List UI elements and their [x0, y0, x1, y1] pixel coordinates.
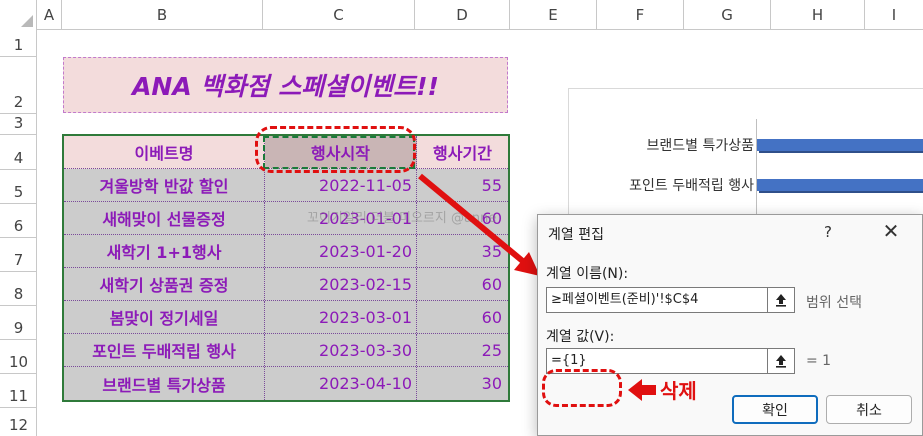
header-event-name[interactable]: 이베트명	[64, 136, 265, 168]
row-header-12[interactable]: 12	[0, 408, 37, 436]
row-header-3[interactable]: 3	[0, 114, 37, 135]
row-header-strip: 1 2 3 4 5 6 7 8 9 10 11 12	[0, 30, 37, 436]
title-text: ANA 백화점 스페셜이벤트!!	[132, 72, 439, 101]
cell-start-date[interactable]: 2023-01-01	[265, 202, 417, 234]
ok-button[interactable]: 확인	[732, 395, 818, 424]
table-row: 봄맞이 정기세일 2023-03-01 60	[64, 301, 508, 334]
chart-bar[interactable]	[757, 139, 923, 151]
table-row: 새학기 1+1행사 2023-01-20 35	[64, 235, 508, 268]
select-all-triangle-icon	[21, 15, 33, 27]
cell-duration[interactable]: 55	[417, 169, 508, 201]
cell-event-name[interactable]: 새학기 상품권 증정	[64, 268, 265, 300]
chart-bar[interactable]	[757, 179, 923, 191]
worksheet-grid[interactable]: ANA 백화점 스페셜이벤트!! 이베트명 행사시작 행사기간 겨울방학 반값 …	[37, 30, 923, 436]
delete-callout: 삭제	[628, 375, 697, 404]
cell-event-name[interactable]: 브랜드별 특가상품	[64, 367, 265, 400]
cell-start-date[interactable]: 2023-03-01	[265, 301, 417, 333]
column-header-e[interactable]: E	[510, 0, 597, 30]
column-header-h[interactable]: H	[771, 0, 865, 30]
series-values-label: 계열 값(V):	[546, 329, 615, 345]
series-name-range-button[interactable]	[768, 287, 795, 313]
table-row: 포인트 두배적립 행사 2023-03-30 25	[64, 334, 508, 367]
select-all-corner[interactable]	[0, 0, 37, 30]
dialog-title: 계열 편집	[548, 227, 604, 243]
edit-series-dialog: 계열 편집 ? ✕ 계열 이름(N): ≥페셜이벤트(준비)'!$C$4 범위 …	[537, 214, 923, 436]
cell-start-date[interactable]: 2023-01-20	[265, 235, 417, 267]
series-values-input[interactable]: ={1}	[546, 348, 768, 374]
left-arrow-shaft	[642, 384, 656, 395]
series-values-result: = 1	[806, 353, 832, 369]
title-banner[interactable]: ANA 백화점 스페셜이벤트!!	[63, 57, 508, 113]
series-name-side-text: 범위 선택	[806, 295, 862, 311]
header-start-date[interactable]: 행사시작	[265, 136, 417, 168]
cell-duration[interactable]: 25	[417, 334, 508, 366]
table-row: 겨울방학 반값 할인 2022-11-05 55	[64, 169, 508, 202]
cell-event-name[interactable]: 새학기 1+1행사	[64, 235, 265, 267]
cell-event-name[interactable]: 포인트 두배적립 행사	[64, 334, 265, 366]
cell-event-name[interactable]: 겨울방학 반값 할인	[64, 169, 265, 201]
header-duration[interactable]: 행사기간	[417, 136, 508, 168]
cell-duration[interactable]: 60	[417, 268, 508, 300]
series-name-label: 계열 이름(N):	[546, 266, 629, 282]
cell-start-date[interactable]: 2022-11-05	[265, 169, 417, 201]
help-button[interactable]: ?	[824, 223, 832, 241]
row-header-9[interactable]: 9	[0, 306, 37, 340]
table-row: 새해맞이 선물증정 2023-01-01 60	[64, 202, 508, 235]
column-header-a[interactable]: A	[37, 0, 62, 30]
table-row: 브랜드별 특가상품 2023-04-10 30	[64, 367, 508, 400]
cancel-button[interactable]: 취소	[826, 395, 912, 424]
row-header-5[interactable]: 5	[0, 170, 37, 204]
column-header-i[interactable]: I	[865, 0, 923, 30]
column-header-g[interactable]: G	[684, 0, 771, 30]
cell-start-date[interactable]: 2023-04-10	[265, 367, 417, 400]
column-header-b[interactable]: B	[62, 0, 263, 30]
collapse-arrow-icon	[776, 294, 786, 307]
column-header-f[interactable]: F	[597, 0, 684, 30]
row-header-11[interactable]: 11	[0, 374, 37, 408]
cell-event-name[interactable]: 봄맞이 정기세일	[64, 301, 265, 333]
row-header-6[interactable]: 6	[0, 204, 37, 238]
event-table: 이베트명 행사시작 행사기간 겨울방학 반값 할인 2022-11-05 55 …	[62, 134, 510, 402]
left-arrow-icon	[628, 378, 642, 401]
collapse-arrow-icon	[776, 355, 786, 368]
table-row: 새학기 상품권 증정 2023-02-15 60	[64, 268, 508, 301]
series-values-range-button[interactable]	[768, 348, 795, 374]
close-icon[interactable]: ✕	[878, 218, 904, 244]
row-header-4[interactable]: 4	[0, 135, 37, 170]
highlight-oval-values	[542, 369, 622, 407]
chart-category-label: 포인트 두배적립 행사	[629, 178, 754, 194]
cell-duration[interactable]: 35	[417, 235, 508, 267]
cell-start-date[interactable]: 2023-03-30	[265, 334, 417, 366]
row-header-7[interactable]: 7	[0, 238, 37, 272]
table-header-row: 이베트명 행사시작 행사기간	[64, 136, 508, 169]
column-header-c[interactable]: C	[263, 0, 415, 30]
row-header-1[interactable]: 1	[0, 30, 37, 57]
series-name-input[interactable]: ≥페셜이벤트(준비)'!$C$4	[546, 287, 768, 313]
delete-label: 삭제	[660, 379, 697, 403]
cell-start-date[interactable]: 2023-02-15	[265, 268, 417, 300]
row-header-2[interactable]: 2	[0, 57, 37, 114]
row-header-8[interactable]: 8	[0, 272, 37, 306]
column-header-d[interactable]: D	[415, 0, 510, 30]
row-header-10[interactable]: 10	[0, 340, 37, 374]
column-header-strip: A B C D E F G H I	[0, 0, 923, 30]
chart-category-label: 브랜드별 특가상품	[646, 138, 755, 154]
cell-duration[interactable]: 30	[417, 367, 508, 400]
cell-event-name[interactable]: 새해맞이 선물증정	[64, 202, 265, 234]
cell-duration[interactable]: 60	[417, 202, 508, 234]
cell-duration[interactable]: 60	[417, 301, 508, 333]
